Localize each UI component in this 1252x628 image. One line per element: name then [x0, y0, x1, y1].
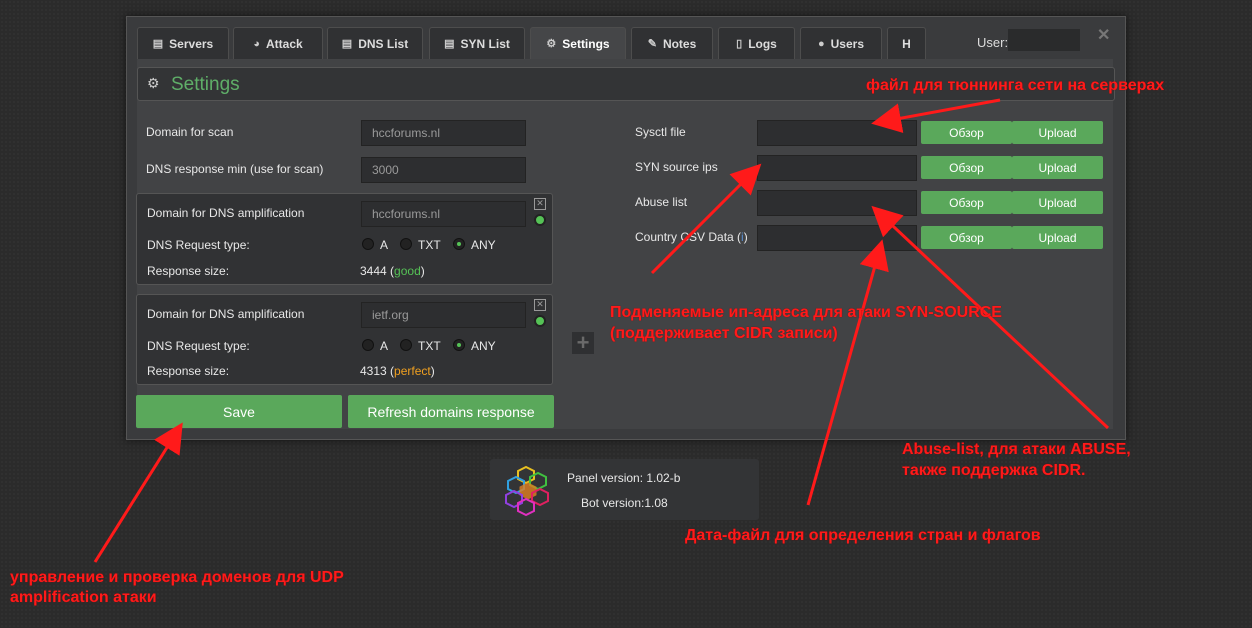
- annotation-data: Дата-файл для определения стран и флагов: [685, 527, 1041, 544]
- arrow-udp: [93, 422, 183, 563]
- annotation-udp-2: amplification атаки: [10, 589, 157, 606]
- annotation-abuse-2: также поддержка CIDR.: [902, 462, 1086, 479]
- arrow-country: [806, 239, 889, 506]
- arrow-syn: [650, 163, 762, 275]
- annotation-abuse-1: Abuse-list, для атаки ABUSE,: [902, 441, 1131, 458]
- annotation-syn-2: (поддерживает CIDR записи): [610, 325, 838, 342]
- annotation-udp-1: управление и проверка доменов для UDP: [10, 569, 344, 586]
- annotation-syn-1: Подменяемые ип-адреса для атаки SYN-SOUR…: [610, 304, 1002, 321]
- annotation-sysctl: файл для тюннинга сети на серверах: [866, 77, 1165, 94]
- arrow-sysctl: [871, 98, 1001, 133]
